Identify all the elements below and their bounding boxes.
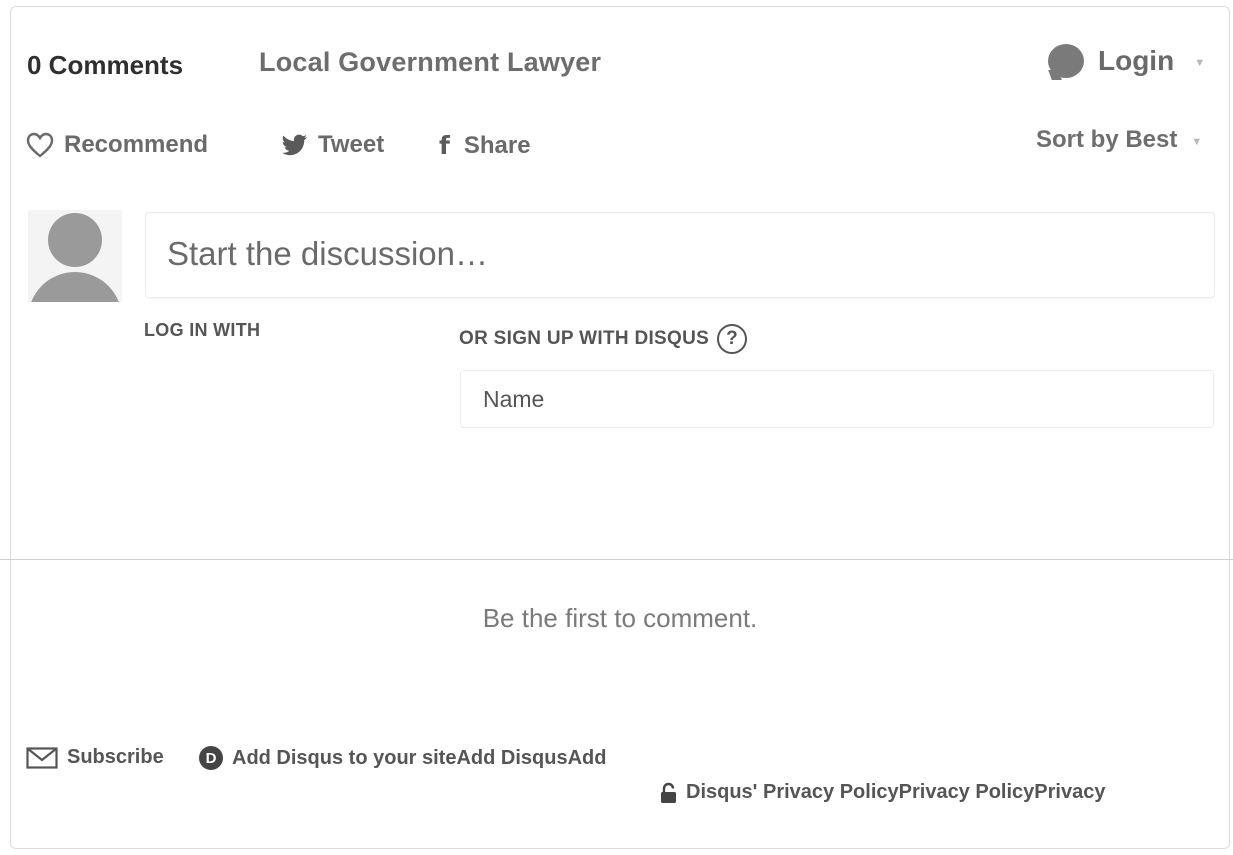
facebook-f-icon: f [439, 131, 450, 160]
empty-state-message: Be the first to comment. [482, 603, 758, 633]
avatar-head [48, 213, 102, 267]
sign-up-label: OR SIGN UP WITH DISQUS ? [459, 324, 748, 354]
forum-name-tab[interactable]: Local Government Lawyer [259, 47, 601, 78]
heart-icon [26, 132, 54, 158]
recommend-button[interactable]: Recommend [26, 131, 208, 159]
subscribe-label: Subscribe [67, 746, 164, 768]
envelope-icon [26, 746, 58, 769]
sort-dropdown[interactable]: Sort by Best ▼ [1036, 126, 1202, 154]
comment-textarea[interactable]: Start the discussion… [145, 212, 1215, 298]
subscribe-link[interactable]: Subscribe [26, 746, 164, 769]
log-in-with-label: LOG IN WITH [144, 320, 261, 340]
name-field[interactable] [460, 370, 1214, 428]
sort-label: Sort by Best [1036, 126, 1178, 153]
lock-icon [660, 782, 677, 804]
avatar-body [28, 272, 122, 302]
share-label: Share [463, 131, 531, 159]
chevron-down-icon: ▼ [1194, 57, 1206, 69]
comment-placeholder: Start the discussion… [167, 235, 488, 272]
share-button[interactable]: f Share [439, 131, 531, 160]
recommend-label: Recommend [64, 131, 209, 158]
disqus-logo-icon: D [199, 746, 223, 770]
tweet-label: Tweet [318, 131, 385, 158]
login-label: Login [1098, 45, 1175, 76]
divider [0, 559, 1233, 560]
privacy-label: Disqus' Privacy PolicyPrivacy PolicyPriv… [686, 781, 1106, 803]
privacy-policy-link[interactable]: Disqus' Privacy PolicyPrivacy PolicyPriv… [660, 781, 1105, 804]
add-disqus-link[interactable]: D Add Disqus to your siteAdd DisqusAdd [199, 746, 606, 770]
chevron-down-icon: ▼ [1191, 136, 1203, 148]
login-menu[interactable]: Login ▼ [1048, 43, 1205, 79]
sign-up-text: OR SIGN UP WITH DISQUS [459, 328, 710, 349]
question-circle-icon[interactable]: ? [717, 324, 748, 354]
twitter-bird-icon [282, 134, 308, 156]
add-disqus-label: Add Disqus to your siteAdd DisqusAdd [232, 746, 607, 769]
chat-bubble-icon [1048, 44, 1084, 78]
tweet-button[interactable]: Tweet [282, 131, 384, 159]
comment-count-tab[interactable]: 0 Comments [27, 50, 183, 81]
avatar [28, 210, 122, 302]
